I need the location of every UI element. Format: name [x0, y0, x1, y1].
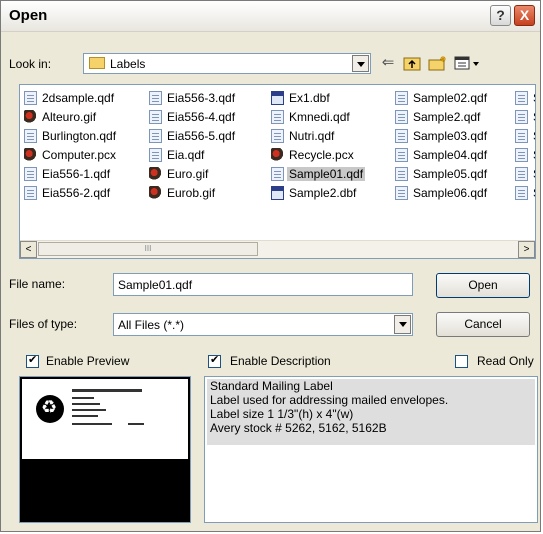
- read-only-label: Read Only: [477, 354, 534, 368]
- preview-line: [72, 409, 106, 411]
- files-of-type-dropdown-button[interactable]: [394, 315, 411, 334]
- folder-icon: [89, 57, 105, 69]
- scroll-right-button[interactable]: >: [518, 241, 535, 258]
- image-file-icon: [149, 167, 162, 181]
- qdf-file-icon: [271, 110, 284, 124]
- scroll-thumb[interactable]: III: [38, 242, 258, 256]
- look-in-combo[interactable]: Labels: [83, 53, 371, 74]
- database-file-icon: [271, 186, 284, 200]
- up-folder-icon[interactable]: [401, 53, 423, 73]
- new-folder-icon[interactable]: [427, 53, 449, 73]
- database-file-icon: [271, 91, 284, 105]
- file-list[interactable]: 2dsample.qdf Alteuro.gif Burlington.qdf …: [19, 84, 536, 259]
- qdf-file-icon: [515, 110, 528, 124]
- preview-line: [72, 397, 94, 399]
- close-button[interactable]: X: [514, 5, 535, 26]
- qdf-file-icon: [395, 91, 408, 105]
- qdf-file-icon: [149, 110, 162, 124]
- description-selection: Standard Mailing Label Label used for ad…: [207, 379, 535, 445]
- description-line: Standard Mailing Label: [210, 379, 333, 393]
- help-button[interactable]: ?: [490, 5, 511, 26]
- dialog-title: Open: [9, 7, 48, 24]
- image-file-icon: [149, 186, 162, 200]
- qdf-file-icon: [24, 186, 37, 200]
- qdf-file-icon: [515, 186, 528, 200]
- enable-preview-checkbox[interactable]: [26, 353, 39, 368]
- title-bar[interactable]: Open ? X: [1, 1, 540, 32]
- enable-description-label: Enable Description: [230, 354, 331, 368]
- qdf-file-icon: [395, 148, 408, 162]
- qdf-file-icon: [395, 129, 408, 143]
- description-line: Avery stock # 5262, 5162, 5162B: [210, 421, 387, 435]
- preview-line: [72, 415, 98, 417]
- back-arrow-icon[interactable]: ⇐: [377, 53, 399, 73]
- qdf-file-icon: [515, 167, 528, 181]
- qdf-file-icon: [149, 129, 162, 143]
- file-name-label: File name:: [9, 277, 66, 291]
- description-line: Label size 1 1/3"(h) x 4"(w): [210, 407, 354, 421]
- qdf-file-icon: [515, 129, 528, 143]
- horizontal-scrollbar[interactable]: < III >: [20, 240, 535, 258]
- scroll-left-button[interactable]: <: [20, 241, 37, 258]
- preview-line: [72, 423, 112, 425]
- label-preview-card: [22, 379, 188, 459]
- preview-line: [72, 389, 142, 392]
- image-file-icon: [271, 148, 284, 162]
- qdf-file-icon: [271, 129, 284, 143]
- qdf-file-icon: [24, 91, 37, 105]
- cancel-button[interactable]: Cancel: [436, 312, 530, 337]
- qdf-file-icon: [515, 148, 528, 162]
- open-button[interactable]: Open: [436, 273, 530, 298]
- files-of-type-combo[interactable]: All Files (*.*): [113, 313, 413, 336]
- description-line: Label used for addressing mailed envelop…: [210, 393, 449, 407]
- image-file-icon: [24, 148, 37, 162]
- look-in-dropdown-button[interactable]: [352, 55, 369, 72]
- qdf-file-icon: [271, 167, 284, 181]
- preview-line: [128, 423, 144, 425]
- files-of-type-label: Files of type:: [9, 317, 78, 331]
- open-dialog: Open ? X Look in: Labels ⇐ 2dsample.qdf …: [0, 0, 541, 532]
- look-in-value: Labels: [110, 57, 146, 71]
- description-box[interactable]: Standard Mailing Label Label used for ad…: [204, 376, 538, 523]
- qdf-file-icon: [395, 186, 408, 200]
- qdf-file-icon: [395, 110, 408, 124]
- label-preview: [19, 376, 191, 523]
- qdf-file-icon: [395, 167, 408, 181]
- qdf-file-icon: [24, 167, 37, 181]
- enable-description-checkbox[interactable]: [208, 353, 221, 368]
- image-file-icon: [24, 110, 37, 124]
- file-name-input[interactable]: Sample01.qdf: [113, 273, 413, 296]
- preview-line: [72, 403, 100, 405]
- qdf-file-icon: [24, 129, 37, 143]
- qdf-file-icon: [149, 148, 162, 162]
- recycle-logo-icon: [36, 395, 64, 423]
- read-only-checkbox[interactable]: [455, 355, 468, 368]
- qdf-file-icon: [515, 91, 528, 105]
- view-menu-icon[interactable]: [453, 53, 481, 73]
- look-in-label: Look in:: [9, 57, 52, 71]
- enable-preview-label: Enable Preview: [46, 354, 130, 368]
- qdf-file-icon: [149, 91, 162, 105]
